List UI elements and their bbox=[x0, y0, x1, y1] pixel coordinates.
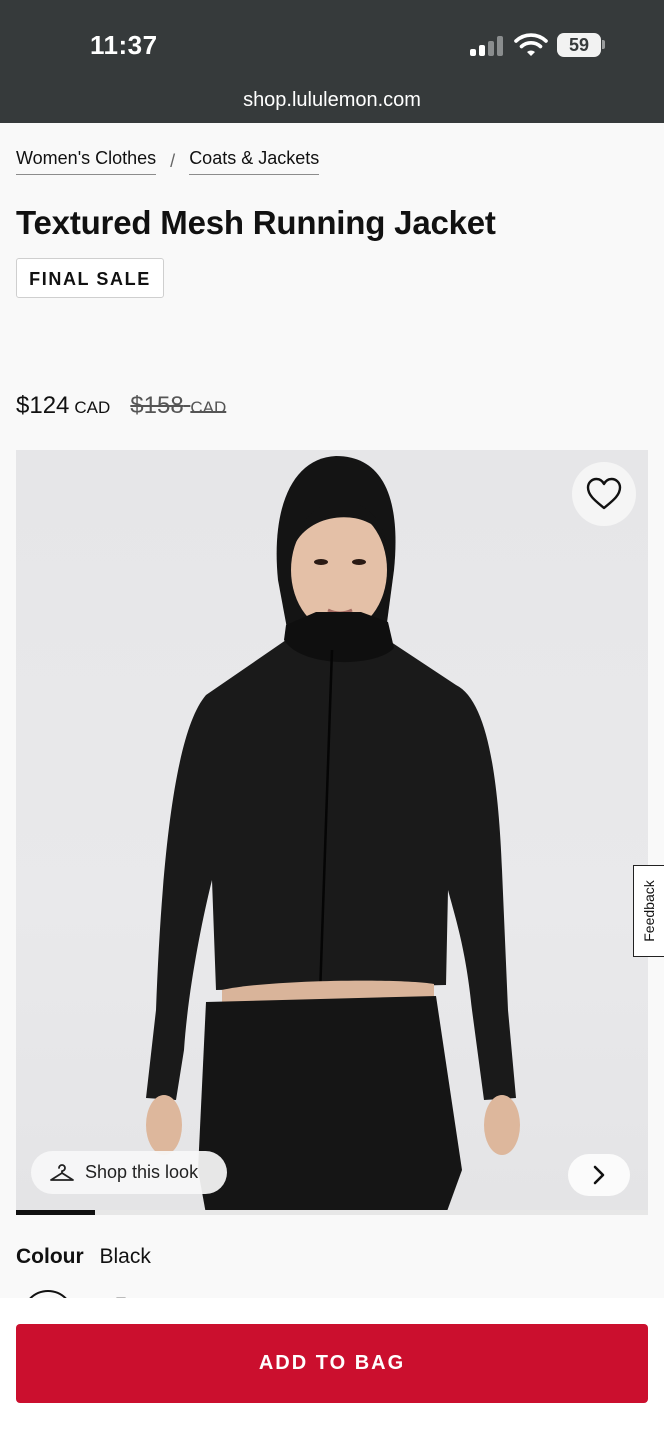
breadcrumb-womens-clothes[interactable]: Women's Clothes bbox=[16, 148, 157, 175]
feedback-tab[interactable]: Feedback bbox=[633, 865, 664, 957]
current-price-currency: CAD bbox=[74, 398, 111, 417]
original-price-value: $158 bbox=[130, 392, 184, 419]
colour-label: Colour bbox=[16, 1245, 84, 1268]
shop-this-look-label: Shop this look bbox=[85, 1162, 199, 1182]
original-price: $158 CAD bbox=[130, 392, 226, 420]
product-image-gallery[interactable]: Shop this look bbox=[16, 450, 648, 1214]
colour-value: Black bbox=[99, 1245, 151, 1268]
breadcrumb-coats-jackets[interactable]: Coats & Jackets bbox=[189, 148, 320, 175]
heart-icon bbox=[586, 477, 622, 510]
battery-indicator: 59 bbox=[557, 33, 601, 57]
original-price-currency: CAD bbox=[190, 398, 227, 417]
price: $124 CAD $158 CAD bbox=[16, 392, 226, 420]
product-photo bbox=[146, 456, 520, 1214]
wishlist-button[interactable] bbox=[572, 462, 636, 526]
cellular-signal-icon bbox=[470, 36, 506, 56]
browser-top-bar: 11:37 59 shop.lululemon.com bbox=[0, 0, 664, 123]
address-bar[interactable]: shop.lululemon.com bbox=[0, 89, 664, 112]
chevron-right-icon bbox=[593, 1165, 605, 1185]
next-image-button[interactable] bbox=[568, 1154, 630, 1196]
gallery-progress-fill bbox=[16, 1210, 95, 1215]
breadcrumb-separator: / bbox=[170, 151, 176, 171]
shop-this-look-button[interactable]: Shop this look bbox=[31, 1151, 227, 1194]
colour-selector: Colour Black bbox=[16, 1245, 151, 1269]
current-price: $124 bbox=[16, 392, 70, 419]
sticky-bottom-bar: ADD TO BAG bbox=[0, 1298, 664, 1440]
wifi-icon bbox=[514, 33, 548, 56]
status-time: 11:37 bbox=[90, 30, 158, 60]
breadcrumb: Women's Clothes / Coats & Jackets bbox=[16, 148, 320, 175]
battery-nub bbox=[602, 40, 605, 49]
hanger-icon bbox=[50, 1163, 74, 1181]
final-sale-badge: FINAL SALE bbox=[16, 258, 164, 298]
product-title: Textured Mesh Running Jacket bbox=[16, 204, 496, 241]
feedback-label: Feedback bbox=[641, 880, 657, 942]
gallery-progress-track bbox=[16, 1210, 648, 1215]
add-to-bag-button[interactable]: ADD TO BAG bbox=[16, 1324, 648, 1403]
